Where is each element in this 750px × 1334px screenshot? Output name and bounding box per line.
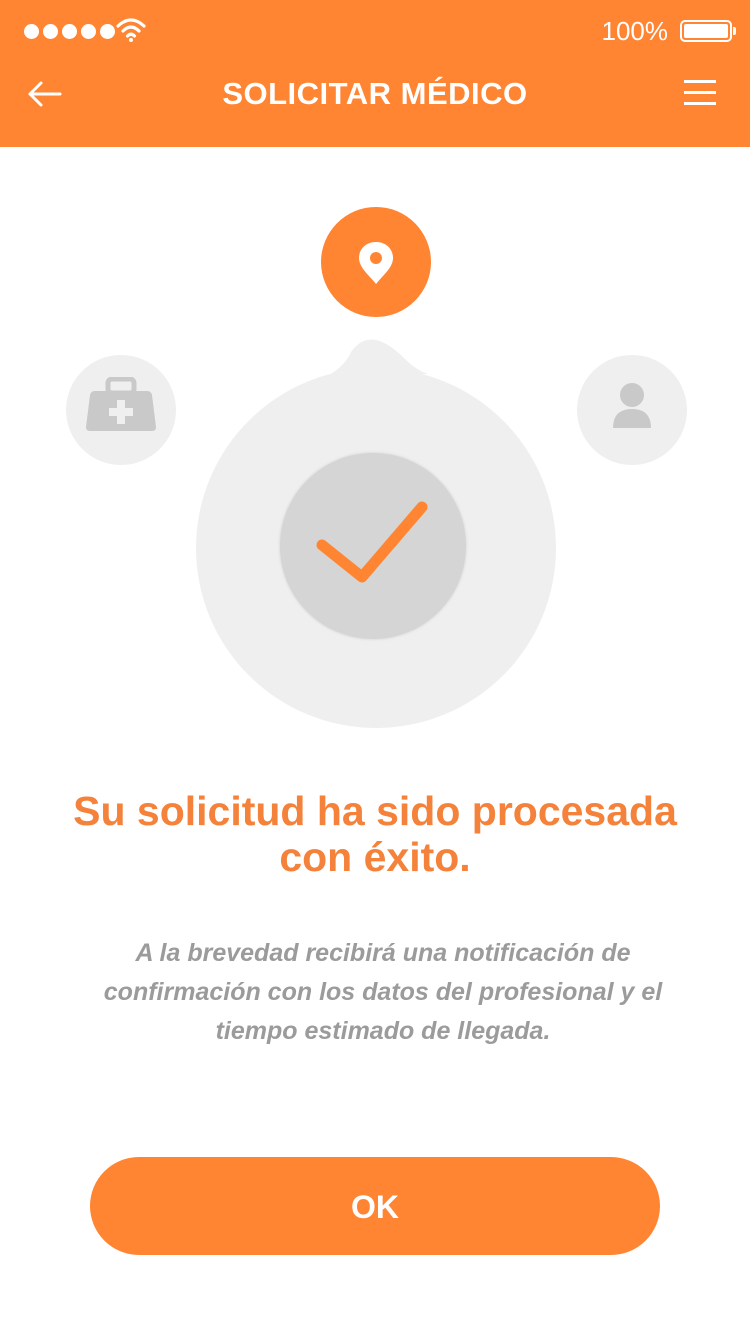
app-header: 100% SOLICITAR MÉDICO bbox=[0, 0, 750, 147]
user-icon bbox=[613, 383, 651, 428]
medical-kit-icon bbox=[86, 377, 156, 431]
wifi-icon bbox=[116, 18, 146, 42]
location-pin-icon bbox=[359, 242, 393, 284]
signal-strength-icon bbox=[24, 24, 115, 39]
success-title: Su solicitud ha sido procesada con éxito… bbox=[73, 788, 677, 880]
checkmark-icon bbox=[316, 501, 428, 583]
page-title: SOLICITAR MÉDICO bbox=[222, 76, 528, 111]
hamburger-menu-icon[interactable] bbox=[684, 80, 720, 110]
medical-kit-step-indicator bbox=[66, 355, 176, 465]
request-success-screen: 100% SOLICITAR MÉDICO Su solicitud ha si… bbox=[0, 0, 750, 1334]
ok-button[interactable]: OK bbox=[90, 1157, 660, 1255]
success-indicator bbox=[280, 453, 466, 639]
battery-icon bbox=[680, 20, 736, 42]
user-step-indicator bbox=[577, 355, 687, 465]
nav-bar: SOLICITAR MÉDICO bbox=[0, 62, 750, 147]
location-step-indicator bbox=[321, 207, 431, 317]
battery-percentage: 100% bbox=[601, 16, 669, 46]
success-description: A la brevedad recibirá una notificación … bbox=[103, 939, 663, 1045]
status-bar: 100% bbox=[0, 0, 750, 62]
